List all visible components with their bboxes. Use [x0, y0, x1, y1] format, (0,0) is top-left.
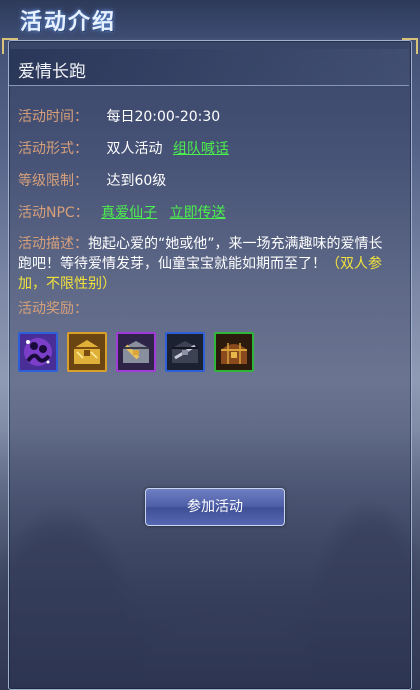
description-label: 活动描述：	[18, 236, 88, 252]
blue-treasure-chest-icon[interactable]	[165, 332, 205, 372]
time-row: 活动时间： 每日20:00-20:30	[18, 106, 220, 126]
npc-row: 活动NPC： 真爱仙子 立即传送	[18, 202, 226, 222]
npc-link[interactable]: 真爱仙子	[101, 205, 157, 221]
purple-treasure-chest-icon[interactable]	[116, 332, 156, 372]
wooden-treasure-chest-icon[interactable]	[214, 332, 254, 372]
level-label: 等级限制：	[18, 173, 88, 189]
team-shout-link[interactable]: 组队喊话	[173, 141, 229, 157]
rewards-label: 活动奖励：	[18, 301, 88, 317]
level-value: 达到60级	[106, 173, 167, 189]
join-activity-button[interactable]: 参加活动	[145, 488, 285, 526]
time-label: 活动时间：	[18, 109, 88, 125]
gold-treasure-chest-icon[interactable]	[67, 332, 107, 372]
activity-name: 爱情长跑	[18, 62, 86, 82]
form-value: 双人活动	[106, 141, 163, 157]
window-title: 活动介绍	[20, 10, 117, 35]
teleport-link[interactable]: 立即传送	[170, 205, 226, 221]
rewards-row: 活动奖励：	[18, 298, 88, 318]
npc-label: 活动NPC：	[18, 205, 89, 221]
form-row: 活动形式： 双人活动 组队喊话	[18, 138, 229, 158]
description-block: 活动描述：抱起心爱的“她或他”，来一场充满趣味的爱情长跑吧！等待爱情发芽，仙童宝…	[18, 234, 396, 294]
time-value: 每日20:00-20:30	[106, 109, 221, 125]
level-row: 等级限制： 达到60级	[18, 170, 166, 190]
form-label: 活动形式：	[18, 141, 88, 157]
purple-figure-icon[interactable]	[18, 332, 58, 372]
